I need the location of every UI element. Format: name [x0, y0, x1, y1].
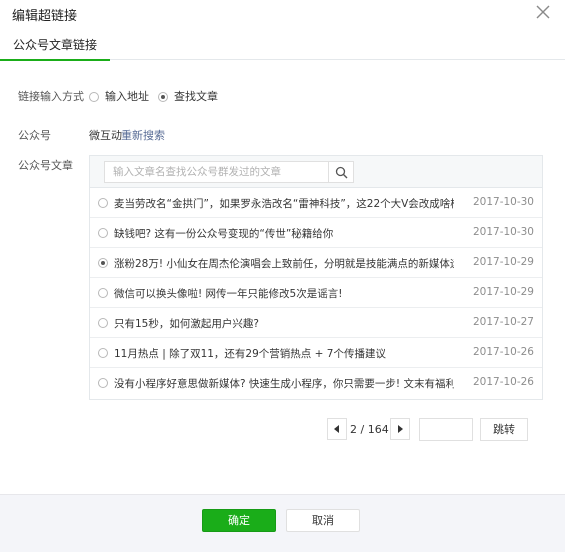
article-title: 麦当劳改名“金拱门”，如果罗永浩改名“雷神科技”，这22个大V会改成啥样? — [114, 198, 454, 210]
article-radio[interactable] — [98, 198, 108, 208]
jump-button[interactable]: 跳转 — [480, 418, 528, 441]
article-title: 微信可以换头像啦! 网传一年只能修改5次是谣言! — [114, 288, 343, 300]
search-button[interactable] — [328, 161, 354, 183]
chevron-left-icon — [334, 425, 339, 433]
search-icon — [335, 166, 348, 179]
article-title: 没有小程序好意思做新媒体? 快速生成小程序，你只需要一步! 文末有福利... — [114, 378, 454, 390]
account-value: 微互动 — [89, 129, 122, 142]
radio-find-article[interactable] — [158, 92, 168, 102]
article-radio[interactable] — [98, 348, 108, 358]
radio-enter-url[interactable] — [89, 92, 99, 102]
article-date: 2017-10-30 — [472, 196, 534, 208]
option-enter-url-label: 输入地址 — [105, 90, 149, 103]
article-radio[interactable] — [98, 318, 108, 328]
prev-page-button[interactable] — [327, 418, 347, 440]
tab-bar: 公众号文章链接 — [0, 30, 565, 61]
cancel-button[interactable]: 取消 — [286, 509, 360, 532]
confirm-button[interactable]: 确定 — [202, 509, 276, 532]
article-radio[interactable] — [98, 228, 108, 238]
dialog-header: 编辑超链接 — [0, 0, 565, 26]
jump-page-input[interactable] — [419, 418, 473, 441]
article-row[interactable]: 涨粉28万! 小仙女在周杰伦演唱会上致前任，分明就是技能满点的新媒体运... 2… — [90, 248, 542, 278]
article-title: 只有15秒，如何激起用户兴趣? — [114, 318, 259, 330]
article-row[interactable]: 11月热点 | 除了双11，还有29个营销热点 + 7个传播建议 2017-10… — [90, 338, 542, 368]
article-date: 2017-10-27 — [472, 316, 534, 328]
article-row[interactable]: 没有小程序好意思做新媒体? 快速生成小程序，你只需要一步! 文末有福利... 2… — [90, 368, 542, 398]
next-page-button[interactable] — [390, 418, 410, 440]
article-row[interactable]: 缺钱吧? 这有一份公众号变现的“传世”秘籍给你 2017-10-30 — [90, 218, 542, 248]
article-radio[interactable] — [98, 258, 108, 268]
article-title: 缺钱吧? 这有一份公众号变现的“传世”秘籍给你 — [114, 228, 334, 240]
article-row[interactable]: 微信可以换头像啦! 网传一年只能修改5次是谣言! 2017-10-29 — [90, 278, 542, 308]
article-date: 2017-10-30 — [472, 226, 534, 238]
dialog-footer: 确定 取消 — [0, 494, 565, 552]
option-find-article[interactable]: 查找文章 — [158, 88, 218, 104]
article-date: 2017-10-26 — [472, 376, 534, 388]
article-date: 2017-10-26 — [472, 346, 534, 358]
article-title: 11月热点 | 除了双11，还有29个营销热点 + 7个传播建议 — [114, 348, 386, 360]
research-link[interactable]: 重新搜索 — [121, 127, 165, 143]
option-find-article-label: 查找文章 — [174, 90, 218, 103]
account-label: 公众号 — [18, 129, 51, 142]
chevron-right-icon — [398, 425, 403, 433]
tab-active-indicator — [0, 59, 110, 61]
article-title: 涨粉28万! 小仙女在周杰伦演唱会上致前任，分明就是技能满点的新媒体运... — [114, 258, 454, 270]
link-input-label: 链接输入方式 — [18, 90, 84, 103]
article-list: 麦当劳改名“金拱门”，如果罗永浩改名“雷神科技”，这22个大V会改成啥样? 20… — [90, 188, 542, 398]
page-indicator: 2 / 164 — [350, 423, 389, 436]
search-area — [90, 156, 542, 188]
search-input[interactable] — [104, 161, 328, 183]
article-date: 2017-10-29 — [472, 286, 534, 298]
article-row[interactable]: 只有15秒，如何激起用户兴趣? 2017-10-27 — [90, 308, 542, 338]
dialog-title: 编辑超链接 — [12, 9, 78, 24]
articles-label: 公众号文章 — [18, 159, 73, 172]
article-radio[interactable] — [98, 378, 108, 388]
article-panel: 麦当劳改名“金拱门”，如果罗永浩改名“雷神科技”，这22个大V会改成啥样? 20… — [89, 155, 543, 400]
article-date: 2017-10-29 — [472, 256, 534, 268]
article-row[interactable]: 麦当劳改名“金拱门”，如果罗永浩改名“雷神科技”，这22个大V会改成啥样? 20… — [90, 188, 542, 218]
tab-article-link[interactable]: 公众号文章链接 — [0, 30, 110, 61]
option-enter-url[interactable]: 输入地址 — [89, 88, 149, 104]
tab-label: 公众号文章链接 — [12, 38, 97, 52]
article-radio[interactable] — [98, 288, 108, 298]
close-icon[interactable] — [534, 3, 552, 21]
